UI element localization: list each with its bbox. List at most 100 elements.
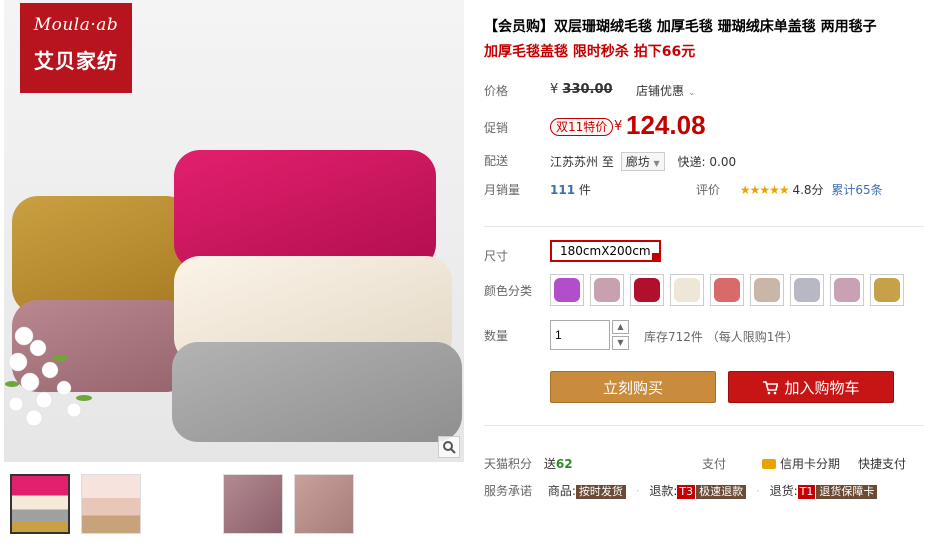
caret-down-icon: ▼ <box>653 159 660 168</box>
goods-tag[interactable]: 按时发货 <box>575 485 626 499</box>
return-label: 退货: <box>769 484 798 498</box>
product-title: 【会员购】双层珊瑚绒毛毯 加厚毛毯 珊瑚绒床单盖毯 两用毯子 <box>484 19 877 35</box>
color-swatch[interactable] <box>830 274 864 306</box>
points-row: 天猫积分 送62 <box>484 455 573 472</box>
credit-card-installment[interactable]: 信用卡分期 <box>762 455 840 472</box>
shop-discount-dropdown[interactable]: 店铺优惠 ⌄ <box>636 82 695 99</box>
return-tag[interactable]: 退货保障卡 <box>816 485 878 499</box>
color-swatch[interactable] <box>790 274 824 306</box>
return-t-badge: T1 <box>797 485 816 499</box>
color-swatch-fill <box>554 278 580 302</box>
thumbnail-5[interactable] <box>294 474 354 534</box>
price-label: 价格 <box>484 84 509 98</box>
pay-label: 支付 <box>702 457 727 471</box>
rating-label: 评价 <box>696 183 721 197</box>
stock-info: 库存712件 （每人限购1件） <box>644 330 799 344</box>
color-swatch-fill <box>874 278 900 302</box>
goods-label: 商品: <box>547 484 576 498</box>
thumbnail-4[interactable] <box>223 474 283 534</box>
product-subtitle: 加厚毛毯盖毯 限时秒杀 拍下66元 <box>484 44 696 60</box>
color-swatch-fill <box>834 278 860 302</box>
color-swatch-fill <box>794 278 820 302</box>
flowers-decoration <box>5 326 92 427</box>
brand-logo-cn: 艾贝家纺 <box>34 49 118 73</box>
credit-card-icon <box>762 459 776 469</box>
divider <box>484 226 924 227</box>
sales-unit: 件 <box>578 183 591 197</box>
points-text: 送 <box>543 457 556 471</box>
separator: · <box>635 484 640 498</box>
service-label: 服务承诺 <box>484 484 533 498</box>
promo-price: 124.08 <box>626 110 706 140</box>
brand-logo-latin: Moula·ab <box>33 15 119 35</box>
shipping-destination: 廊坊 <box>625 155 650 169</box>
image-gallery: Moula·ab 艾贝家纺 <box>4 0 464 547</box>
qty-decrease-icon[interactable]: ▼ <box>612 336 629 350</box>
color-swatch-fill <box>714 278 740 302</box>
shipping-info: 江苏苏州 至 廊坊 ▼ 快递: 0.00 <box>550 152 736 171</box>
color-swatch[interactable] <box>630 274 664 306</box>
rating-info: 评价 ★★★★★ 4.8分 累计65条 <box>696 181 883 198</box>
refund-tag[interactable]: 极速退款 <box>696 485 747 499</box>
quantity-input[interactable] <box>550 320 610 350</box>
buy-now-button[interactable]: 立刻购买 <box>550 371 716 403</box>
blanket-pink <box>174 150 436 270</box>
blanket-grey <box>172 342 462 442</box>
shop-discount-label: 店铺优惠 <box>636 84 685 98</box>
separator: · <box>755 484 760 498</box>
blanket-gold <box>12 196 192 314</box>
thumbnail-2[interactable] <box>81 474 141 534</box>
points-label: 天猫积分 <box>484 457 533 471</box>
size-value: 180cmX200cm <box>560 244 651 258</box>
color-swatch[interactable] <box>870 274 904 306</box>
add-to-cart-button[interactable]: 加入购物车 <box>728 371 894 403</box>
currency-symbol: ¥ <box>550 82 559 97</box>
sales-label: 月销量 <box>484 183 521 197</box>
color-swatch[interactable] <box>750 274 784 306</box>
cart-icon <box>763 381 779 395</box>
thumbnail-3[interactable] <box>152 474 212 534</box>
promo-label: 促销 <box>484 121 509 135</box>
color-swatch[interactable] <box>550 274 584 306</box>
refund-t-badge: T3 <box>677 485 696 499</box>
refund-label: 退款: <box>649 484 678 498</box>
quick-pay[interactable]: 快捷支付 <box>858 455 906 472</box>
qty-increase-icon[interactable]: ▲ <box>612 320 629 334</box>
service-row: 服务承诺 商品: 按时发货 · 退款: T3 极速退款 · 退货: T1 退货保障卡 <box>484 482 878 499</box>
review-count-link[interactable]: 累计65条 <box>831 183 882 197</box>
color-label: 颜色分类 <box>484 284 533 298</box>
original-price-amount: 330.00 <box>562 82 613 97</box>
color-swatch-fill <box>754 278 780 302</box>
main-product-image[interactable]: Moula·ab 艾贝家纺 <box>4 0 464 462</box>
rating-score: 4.8分 <box>792 183 824 197</box>
shipping-destination-select[interactable]: 廊坊 ▼ <box>620 152 665 171</box>
color-swatches <box>550 274 910 306</box>
add-to-cart-label: 加入购物车 <box>784 379 860 397</box>
credit-card-label: 信用卡分期 <box>780 457 841 471</box>
brand-logo: Moula·ab 艾贝家纺 <box>20 3 132 93</box>
points-value: 62 <box>555 457 573 471</box>
sales-count: 111 <box>550 183 576 197</box>
chevron-down-icon: ⌄ <box>687 88 696 98</box>
color-swatch-fill <box>634 278 660 302</box>
shipping-fee: 快递: 0.00 <box>677 155 737 169</box>
thumbnail-1[interactable] <box>10 474 70 534</box>
size-option-selected[interactable]: 180cmX200cm <box>550 240 661 262</box>
original-price: ¥ 330.00 <box>550 82 613 97</box>
color-swatch[interactable] <box>710 274 744 306</box>
shipping-label: 配送 <box>484 154 509 168</box>
promo-tag: 双11特价 <box>550 118 614 136</box>
shipping-to: 至 <box>601 155 614 169</box>
thumbnail-strip <box>10 474 365 534</box>
divider <box>484 425 924 426</box>
promo-box: 促销 双11特价 ¥ 124.08 <box>484 108 924 146</box>
check-icon <box>651 253 660 261</box>
color-swatch-fill <box>594 278 620 302</box>
zoom-icon[interactable] <box>438 436 460 458</box>
qty-label: 数量 <box>484 329 509 343</box>
star-rating-icon: ★★★★★ <box>739 183 790 197</box>
size-label: 尺寸 <box>484 249 509 263</box>
sales-info: 111 件 <box>550 181 591 198</box>
color-swatch[interactable] <box>590 274 624 306</box>
color-swatch[interactable] <box>670 274 704 306</box>
